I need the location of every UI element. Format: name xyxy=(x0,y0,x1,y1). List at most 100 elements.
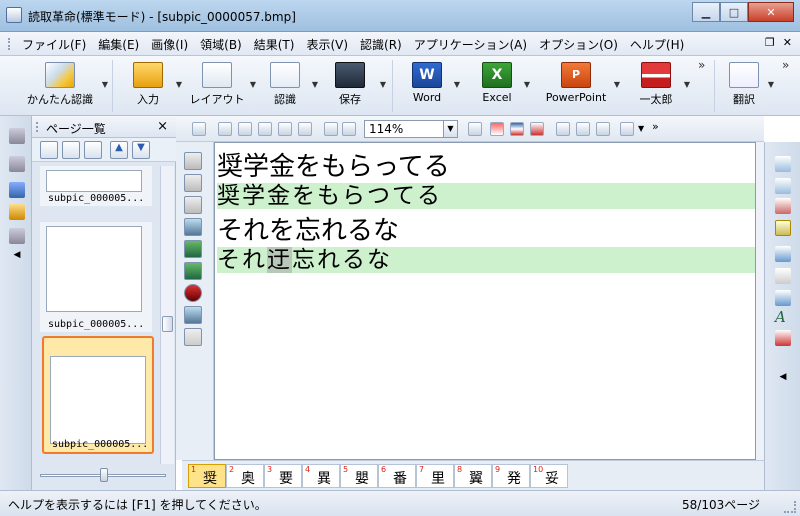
move-up-icon[interactable]: ▲ xyxy=(110,141,128,159)
candidate-item[interactable]: 9発 xyxy=(492,464,530,488)
unsure-character[interactable]: 迂 xyxy=(267,247,292,273)
dropdown-arrow-icon[interactable]: ▼ xyxy=(768,80,774,89)
dropdown-arrow-icon[interactable]: ▼ xyxy=(380,80,386,89)
page-thumbnail-list[interactable]: subpic_000005... subpic_000005... subpic… xyxy=(40,166,162,464)
text-region-icon[interactable] xyxy=(184,174,202,192)
easy-recognize-button[interactable]: かんたん認識 ▼ xyxy=(20,62,108,110)
proofread-icon[interactable] xyxy=(490,122,504,136)
pen-icon[interactable] xyxy=(278,122,292,136)
edit-icon[interactable] xyxy=(775,220,791,236)
toolbar-more-icon[interactable]: » xyxy=(652,120,659,133)
japanese-icon[interactable] xyxy=(530,122,544,136)
word-button[interactable]: W Word ▼ xyxy=(402,62,460,110)
rotate-right-icon[interactable] xyxy=(62,141,80,159)
maximize-button[interactable]: □ xyxy=(720,2,748,22)
dropdown-arrow-icon[interactable]: ▼ xyxy=(102,80,108,89)
mdi-close-icon[interactable]: ✕ xyxy=(783,36,792,49)
candidate-item[interactable]: 8翼 xyxy=(454,464,492,488)
app-icon[interactable] xyxy=(6,7,22,23)
english-icon[interactable] xyxy=(510,122,524,136)
candidate-item[interactable]: 5嬰 xyxy=(340,464,378,488)
layout-view-icon[interactable] xyxy=(556,122,570,136)
select-icon[interactable] xyxy=(238,122,252,136)
page-thumbnail-selected[interactable]: subpic_000005... xyxy=(42,336,154,454)
thumbnail-size-slider[interactable] xyxy=(40,468,170,482)
candidate-item[interactable]: 10 妥 xyxy=(530,464,568,488)
search-icon[interactable] xyxy=(775,246,791,262)
dropdown-arrow-icon[interactable]: ▼ xyxy=(176,80,182,89)
candidate-item[interactable]: 4異 xyxy=(302,464,340,488)
recognized-text-line[interactable]: それ迂忘れるな xyxy=(217,247,755,273)
menu-view[interactable]: 表示(V) xyxy=(306,36,348,53)
copy-icon[interactable] xyxy=(9,204,25,220)
auto-region-icon[interactable] xyxy=(184,240,202,258)
crop-icon[interactable] xyxy=(298,122,312,136)
close-button[interactable]: ✕ xyxy=(748,2,794,22)
zoom-out-icon[interactable] xyxy=(342,122,356,136)
menubar-grip[interactable] xyxy=(8,38,12,50)
tools-icon[interactable] xyxy=(9,228,25,244)
page-list-close-button[interactable]: × xyxy=(157,119,168,134)
page-icon[interactable] xyxy=(775,178,791,194)
resize-grip[interactable] xyxy=(784,501,796,513)
zoom-in-icon[interactable] xyxy=(324,122,338,136)
menu-help[interactable]: ヘルプ(H) xyxy=(630,36,684,53)
eraser-icon[interactable] xyxy=(258,122,272,136)
zoom-select[interactable]: 114% ▼ xyxy=(364,120,458,138)
settings-icon[interactable] xyxy=(9,156,25,172)
font-icon[interactable]: A xyxy=(775,308,791,326)
toolbar-more-icon[interactable]: » xyxy=(698,58,705,72)
panel-grip[interactable] xyxy=(36,122,40,132)
ichitaro-button[interactable]: 一太郎 ▼ xyxy=(630,62,690,110)
candidate-item[interactable]: 2奥 xyxy=(226,464,264,488)
sort-icon[interactable] xyxy=(775,330,791,346)
reorder-icon[interactable] xyxy=(184,262,202,280)
dropdown-arrow-icon[interactable]: ▼ xyxy=(684,80,690,89)
excel-button[interactable]: X Excel ▼ xyxy=(472,62,530,110)
collapse-arrow-icon[interactable]: ◀ xyxy=(775,372,791,388)
settings-icon[interactable] xyxy=(775,268,791,284)
page-list-scrollbar[interactable] xyxy=(160,166,174,464)
menu-edit[interactable]: 編集(E) xyxy=(98,36,139,53)
delete-page-icon[interactable] xyxy=(775,198,791,214)
text-view-icon[interactable] xyxy=(576,122,590,136)
gear-icon[interactable] xyxy=(9,128,25,144)
dropdown-arrow-icon[interactable]: ▼ xyxy=(614,80,620,89)
layout-button[interactable]: レイアウト ▼ xyxy=(186,62,256,110)
input-button[interactable]: 入力 ▼ xyxy=(122,62,182,110)
collapse-arrow-icon[interactable]: ◀ xyxy=(9,250,25,266)
dropdown-arrow-icon[interactable]: ▼ xyxy=(524,80,530,89)
undo-icon[interactable] xyxy=(192,122,206,136)
toolbar-more-icon[interactable]: » xyxy=(782,58,789,72)
dropdown-arrow-icon[interactable]: ▼ xyxy=(312,80,318,89)
display-mode-icon[interactable] xyxy=(620,122,634,136)
menu-options[interactable]: オプション(O) xyxy=(539,36,618,53)
mdi-restore-icon[interactable]: ❐ xyxy=(765,36,775,49)
auto-order-icon[interactable] xyxy=(184,306,202,324)
candidate-item[interactable]: 3要 xyxy=(264,464,302,488)
page-thumbnail[interactable]: subpic_000005... xyxy=(40,166,152,206)
dropdown-arrow-icon[interactable]: ▼ xyxy=(250,80,256,89)
image-region-icon[interactable] xyxy=(184,196,202,214)
document-view[interactable]: 奨学金をもらってる 奨学金をもらつてる それを忘れるな それ迂忘れるな xyxy=(214,142,756,460)
menu-file[interactable]: ファイル(F) xyxy=(22,36,86,53)
candidate-item[interactable]: 6番 xyxy=(378,464,416,488)
save-button[interactable]: 保存 ▼ xyxy=(322,62,386,110)
translate-button[interactable]: 翻訳 ▼ xyxy=(722,62,774,110)
menu-image[interactable]: 画像(I) xyxy=(151,36,188,53)
minimize-button[interactable]: ▁ xyxy=(692,2,720,22)
candidate-item[interactable]: 1奨 xyxy=(188,464,226,488)
chevron-down-icon[interactable]: ▼ xyxy=(443,121,457,137)
recognized-text-line[interactable]: 奨学金をもらつてる xyxy=(217,183,755,209)
page-thumbnail[interactable]: subpic_000005... xyxy=(40,222,152,332)
pages-icon[interactable] xyxy=(9,182,25,198)
split-view-icon[interactable] xyxy=(596,122,610,136)
hand-icon[interactable] xyxy=(84,141,102,159)
redo-icon[interactable] xyxy=(468,122,482,136)
rotate-left-icon[interactable] xyxy=(40,141,58,159)
scrollbar-thumb[interactable] xyxy=(162,316,173,332)
chevron-down-icon[interactable]: ▼ xyxy=(638,124,644,133)
select-region-icon[interactable] xyxy=(184,152,202,170)
hand-tool-icon[interactable] xyxy=(218,122,232,136)
split-icon[interactable] xyxy=(775,290,791,306)
